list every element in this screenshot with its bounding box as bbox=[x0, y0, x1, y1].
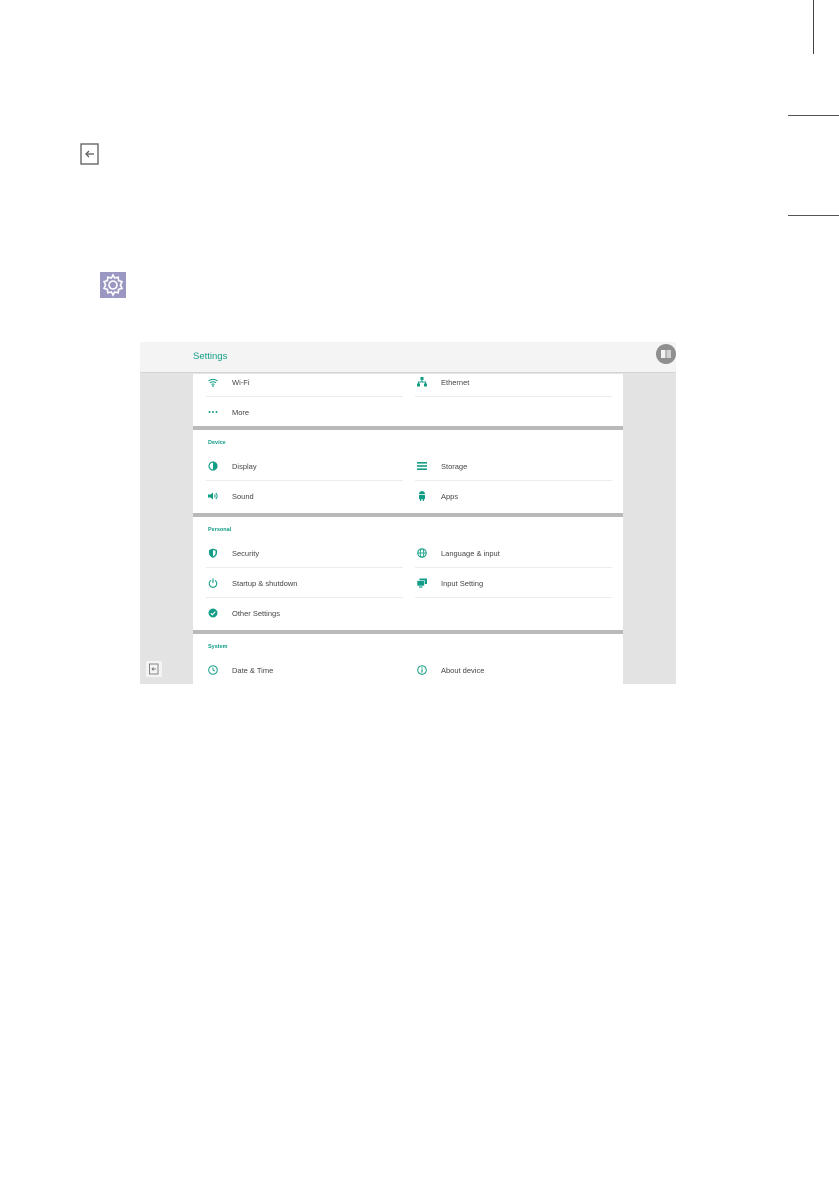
settings-item-other-settings[interactable]: Other Settings bbox=[206, 599, 403, 627]
page-title: Settings bbox=[193, 351, 228, 362]
settings-item-label: Date & Time bbox=[232, 665, 274, 675]
settings-item-label: More bbox=[232, 407, 250, 417]
settings-item-more[interactable]: More bbox=[206, 398, 403, 426]
settings-item-wifi[interactable]: Wi-Fi bbox=[206, 368, 403, 397]
storage-icon bbox=[417, 461, 427, 471]
settings-item-label: Wi-Fi bbox=[232, 377, 250, 387]
settings-item-input-setting[interactable]: Input Setting bbox=[415, 569, 612, 598]
page-tab-divider-bottom bbox=[788, 215, 839, 216]
exit-icon bbox=[78, 142, 102, 166]
power-icon bbox=[208, 578, 218, 588]
settings-item-sound[interactable]: Sound bbox=[206, 482, 403, 510]
exit-button[interactable] bbox=[146, 661, 162, 677]
settings-item-label: Sound bbox=[232, 491, 254, 501]
settings-item-storage[interactable]: Storage bbox=[415, 452, 612, 481]
settings-screen: Settings Wi-Fi Ethernet More Device Disp… bbox=[140, 342, 676, 684]
section-title: Device bbox=[208, 440, 226, 446]
settings-panel: Wi-Fi Ethernet More Device Display Stora… bbox=[193, 374, 623, 684]
settings-item-ethernet[interactable]: Ethernet bbox=[415, 368, 612, 397]
globe-icon bbox=[417, 548, 427, 558]
settings-item-label: Startup & shutdown bbox=[232, 578, 298, 588]
page-margin-line bbox=[813, 0, 814, 54]
quick-menu-button[interactable] bbox=[656, 344, 676, 364]
info-icon bbox=[417, 665, 427, 675]
settings-item-label: Storage bbox=[441, 461, 468, 471]
settings-item-apps[interactable]: Apps bbox=[415, 482, 612, 510]
settings-item-startup-shutdown[interactable]: Startup & shutdown bbox=[206, 569, 403, 598]
settings-item-label: Display bbox=[232, 461, 257, 471]
section-system: System Date & Time About device bbox=[193, 634, 623, 684]
more-icon bbox=[208, 407, 218, 417]
settings-item-label: Ethernet bbox=[441, 377, 470, 387]
settings-item-label: Apps bbox=[441, 491, 459, 501]
wifi-icon bbox=[208, 377, 218, 387]
exit-icon bbox=[149, 663, 159, 675]
settings-item-language-input[interactable]: Language & input bbox=[415, 539, 612, 568]
settings-item-security[interactable]: Security bbox=[206, 539, 403, 568]
security-icon bbox=[208, 548, 218, 558]
section-wireless: Wi-Fi Ethernet More bbox=[193, 374, 623, 426]
book-icon bbox=[661, 350, 671, 358]
other-settings-icon bbox=[208, 608, 218, 618]
page-tab-divider-top bbox=[788, 115, 839, 116]
input-icon bbox=[417, 578, 427, 588]
settings-item-label: Language & input bbox=[441, 548, 500, 558]
clock-icon bbox=[208, 665, 218, 675]
settings-item-date-time[interactable]: Date & Time bbox=[206, 656, 403, 684]
sound-icon bbox=[208, 491, 218, 501]
settings-item-label: Security bbox=[232, 548, 260, 558]
settings-item-display[interactable]: Display bbox=[206, 452, 403, 481]
section-title: Personal bbox=[208, 527, 232, 533]
settings-item-label: About device bbox=[441, 665, 485, 675]
apps-icon bbox=[417, 491, 427, 501]
display-icon bbox=[208, 461, 218, 471]
settings-item-label: Input Setting bbox=[441, 578, 484, 588]
section-title: System bbox=[208, 644, 228, 650]
settings-item-about-device[interactable]: About device bbox=[415, 656, 612, 684]
section-personal: Personal Security Language & input Start… bbox=[193, 517, 623, 630]
gear-icon bbox=[100, 272, 126, 298]
settings-item-label: Other Settings bbox=[232, 608, 280, 618]
section-device: Device Display Storage Sound Apps bbox=[193, 430, 623, 513]
ethernet-icon bbox=[417, 377, 427, 387]
